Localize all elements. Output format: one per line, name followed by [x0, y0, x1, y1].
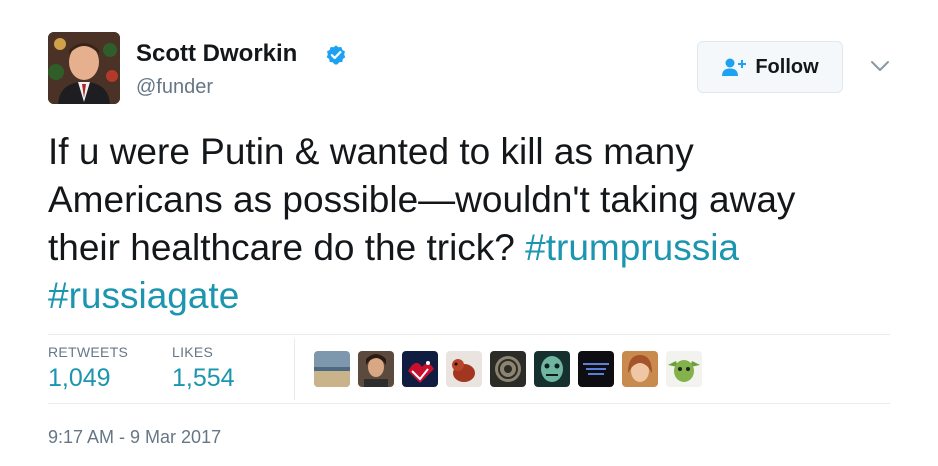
liker-avatar[interactable] — [622, 351, 658, 387]
add-user-icon — [722, 58, 747, 76]
retweets-count[interactable]: 1,049 — [48, 364, 111, 393]
liker-avatar[interactable] — [446, 351, 482, 387]
retweets-label: RETWEETS — [48, 344, 129, 360]
follow-button[interactable]: Follow — [697, 41, 843, 93]
user-handle[interactable]: @funder — [136, 76, 213, 99]
hashtag-link[interactable]: #russiagate — [48, 275, 239, 316]
liker-avatar[interactable] — [534, 351, 570, 387]
hashtag-link[interactable]: #trumprussia — [525, 227, 739, 268]
chevron-down-icon[interactable] — [868, 56, 892, 76]
tweet-text-line: their healthcare do the trick? #trumprus… — [48, 224, 908, 272]
likes-label: LIKES — [172, 344, 214, 360]
likes-count[interactable]: 1,554 — [172, 364, 235, 393]
liker-avatar[interactable] — [578, 351, 614, 387]
verified-badge-icon — [326, 45, 346, 65]
avatar-photo — [48, 32, 120, 104]
follow-button-label: Follow — [755, 55, 819, 78]
liker-avatar[interactable] — [666, 351, 702, 387]
stats-bottom-divider — [48, 403, 890, 404]
liker-avatar[interactable] — [402, 351, 438, 387]
likers-avatar-list — [314, 351, 710, 387]
stats-top-divider — [48, 334, 890, 335]
user-display-name[interactable]: Scott Dworkin — [136, 40, 297, 68]
tweet-text: If u were Putin & wanted to kill as many… — [48, 128, 908, 320]
tweet-timestamp[interactable]: 9:17 AM - 9 Mar 2017 — [48, 427, 221, 448]
liker-avatar[interactable] — [314, 351, 350, 387]
tweet-text-segment: their healthcare do the trick? — [48, 227, 515, 268]
tweet-text-line: If u were Putin & wanted to kill as many — [48, 131, 694, 172]
user-avatar[interactable] — [48, 32, 120, 104]
tweet-text-line: Americans as possible—wouldn't taking aw… — [48, 179, 796, 220]
liker-avatar[interactable] — [358, 351, 394, 387]
stats-vertical-divider — [294, 338, 295, 400]
liker-avatar[interactable] — [490, 351, 526, 387]
tweet-text-line: #russiagate — [48, 272, 908, 320]
